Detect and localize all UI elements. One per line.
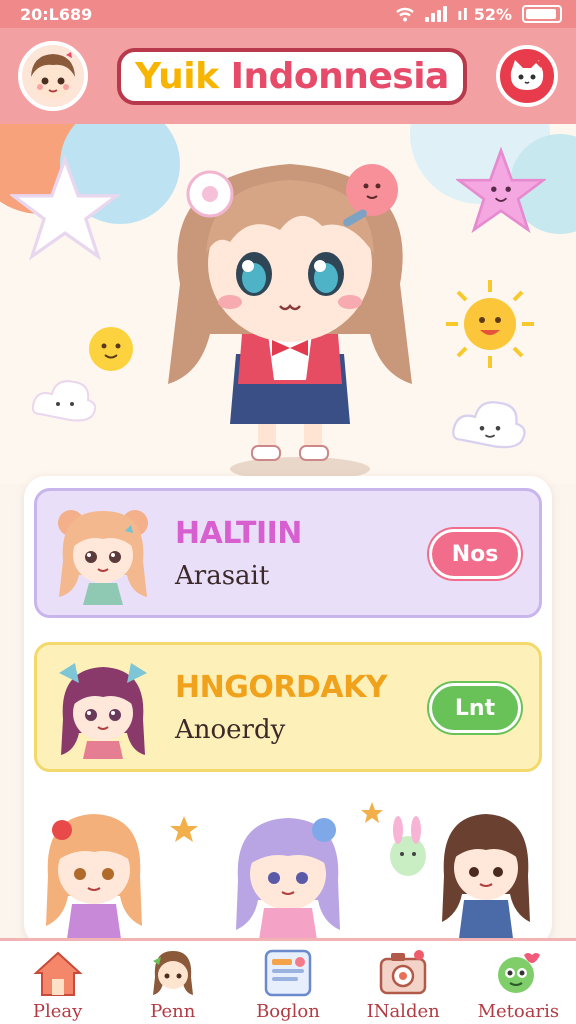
status-icons: ıl 52% bbox=[395, 5, 562, 24]
bottom-nav: Pleay Penn Boglon INalden Metoaris bbox=[0, 938, 576, 1024]
hero-illustration bbox=[0, 124, 576, 484]
battery-icon bbox=[522, 5, 562, 23]
purple-hair-character bbox=[236, 818, 340, 946]
nav-label-inalden: INalden bbox=[366, 1001, 440, 1022]
signal-icon bbox=[425, 6, 448, 22]
nav-item-penn[interactable]: Penn bbox=[118, 947, 228, 1022]
nav-item-metoaris[interactable]: Metoaris bbox=[463, 947, 573, 1022]
cat-face-icon bbox=[510, 60, 544, 90]
nav-item-play[interactable]: Pleay bbox=[3, 947, 113, 1022]
creature-icon bbox=[498, 953, 541, 993]
smiling-sun-icon bbox=[446, 280, 534, 368]
book-icon bbox=[264, 949, 312, 997]
card-2-avatar bbox=[59, 663, 147, 759]
avatar-face-icon bbox=[31, 52, 75, 99]
orange-hair-character bbox=[46, 814, 142, 946]
bunny-mascot bbox=[390, 816, 426, 876]
character-card-1[interactable]: HALTIIN Arasait Nos bbox=[34, 488, 542, 618]
card-1-button[interactable]: Nos bbox=[429, 529, 521, 579]
card-2-button[interactable]: Lnt bbox=[429, 683, 521, 733]
status-time: 20:L689 bbox=[20, 4, 93, 24]
status-bar: 20:L689 ıl 52% bbox=[0, 0, 576, 28]
home-icon bbox=[33, 951, 83, 996]
nav-label-play: Pleay bbox=[32, 1001, 83, 1022]
user-avatar[interactable] bbox=[18, 41, 88, 111]
cloud-face-icon bbox=[452, 401, 526, 449]
character-card-2[interactable]: HNGORDAKY Anoerdy Lnt bbox=[34, 642, 542, 772]
brown-hair-character bbox=[442, 814, 530, 946]
character-icon bbox=[152, 951, 193, 995]
nav-item-boglon[interactable]: Boglon bbox=[233, 947, 343, 1022]
nav-label-metoaris: Metoaris bbox=[477, 1001, 560, 1022]
pink-star-icon bbox=[456, 146, 546, 234]
mascot-button[interactable] bbox=[495, 45, 558, 107]
star-icon bbox=[10, 154, 120, 261]
card-1-avatar bbox=[58, 510, 148, 605]
nav-item-inalden[interactable]: INalden bbox=[348, 947, 458, 1022]
nav-label-penn: Penn bbox=[150, 1001, 196, 1022]
camera-icon bbox=[379, 950, 427, 995]
wifi-icon bbox=[396, 7, 414, 22]
character-group-illustration bbox=[46, 802, 530, 946]
app-title: Yuik Indonnesia bbox=[117, 47, 467, 105]
cloud-icon bbox=[31, 380, 97, 422]
content-panel: HALTIIN Arasait Nos HNGORDAKY Anoerdy Ln… bbox=[24, 476, 552, 946]
app-header: Yuik Indonnesia bbox=[0, 28, 576, 124]
nav-label-boglon: Boglon bbox=[256, 1001, 320, 1022]
main-character-illustration bbox=[168, 164, 412, 461]
battery-text: ıl 52% bbox=[457, 4, 512, 24]
